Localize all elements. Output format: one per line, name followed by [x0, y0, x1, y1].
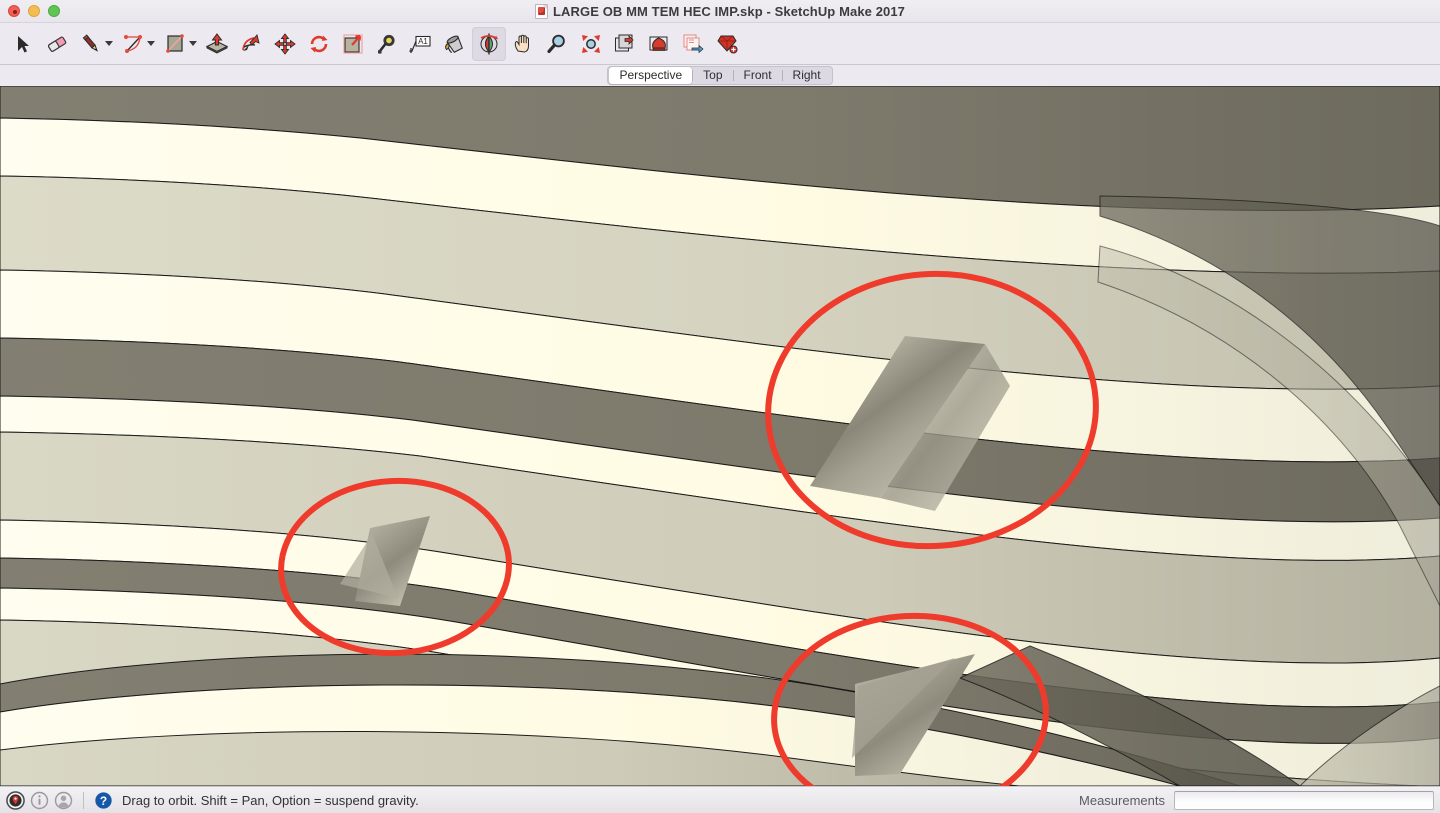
- hand-icon: [514, 34, 529, 53]
- paint-bucket-icon: [445, 35, 463, 53]
- model-viewport[interactable]: [0, 86, 1440, 786]
- rotate-icon: [310, 35, 328, 52]
- credentials-icon[interactable]: [54, 791, 73, 810]
- tape-measure-tool[interactable]: [370, 27, 404, 61]
- model-render: [0, 86, 1440, 786]
- text-tool[interactable]: A1: [404, 27, 438, 61]
- export-tool[interactable]: [676, 27, 710, 61]
- minimize-button[interactable]: [28, 5, 40, 17]
- orbit-tool[interactable]: [472, 26, 506, 61]
- move-tool[interactable]: [268, 27, 302, 61]
- ruby-gem-icon: [717, 35, 738, 54]
- arc-icon: [124, 34, 142, 53]
- title-bar: LARGE OB MM TEM HEC IMP.skp - SketchUp M…: [0, 0, 1440, 23]
- measurements-label: Measurements: [1079, 792, 1165, 808]
- status-bar: ? Drag to orbit. Shift = Pan, Option = s…: [0, 786, 1440, 813]
- close-button[interactable]: [8, 5, 20, 17]
- view-tabs: Perspective Top Front Right: [0, 66, 1440, 86]
- arc-tool[interactable]: [116, 27, 150, 61]
- main-toolbar: A1: [0, 23, 1440, 65]
- zoom-extents-tool[interactable]: [574, 27, 608, 61]
- svg-text:A1: A1: [418, 37, 428, 46]
- pan-tool[interactable]: [506, 27, 540, 61]
- scale-icon: [343, 33, 363, 54]
- window-title: LARGE OB MM TEM HEC IMP.skp - SketchUp M…: [0, 3, 1440, 19]
- orbit-icon: [480, 33, 498, 54]
- help-icon[interactable]: ?: [94, 791, 113, 810]
- eraser-tool[interactable]: [40, 27, 74, 61]
- pencil-icon: [82, 33, 98, 52]
- arrow-cursor-icon: [18, 35, 29, 52]
- select-tool[interactable]: [6, 27, 40, 61]
- window-controls: [8, 5, 60, 17]
- sketchup-window: LARGE OB MM TEM HEC IMP.skp - SketchUp M…: [0, 0, 1440, 813]
- tab-front[interactable]: Front: [734, 67, 782, 84]
- rectangle-icon: [166, 33, 184, 53]
- svg-text:?: ?: [100, 793, 107, 807]
- previous-view-tool[interactable]: [608, 27, 642, 61]
- tab-perspective[interactable]: Perspective: [609, 67, 693, 84]
- tab-right[interactable]: Right: [783, 67, 831, 84]
- tab-top[interactable]: Top: [693, 67, 732, 84]
- extension-warehouse-tool[interactable]: [710, 27, 744, 61]
- zoom-tool[interactable]: [540, 27, 574, 61]
- info-icon[interactable]: [30, 791, 49, 810]
- text-label-icon: A1: [409, 35, 431, 53]
- line-tool[interactable]: [74, 27, 108, 61]
- move-arrows-icon: [274, 32, 296, 55]
- status-divider: [83, 791, 84, 809]
- rectangle-tool[interactable]: [158, 27, 192, 61]
- geo-location-icon[interactable]: [6, 790, 25, 810]
- scale-tool[interactable]: [336, 27, 370, 61]
- follow-me-icon: [242, 33, 260, 51]
- skp-document-icon: [534, 3, 548, 19]
- previous-view-icon: [615, 34, 634, 51]
- section-plane-icon: [649, 36, 668, 51]
- export-image-icon: [683, 34, 704, 53]
- rotate-tool[interactable]: [302, 27, 336, 61]
- window-title-text: LARGE OB MM TEM HEC IMP.skp - SketchUp M…: [552, 3, 906, 19]
- push-pull-icon: [205, 32, 229, 54]
- eraser-icon: [47, 36, 67, 52]
- magnifier-icon: [547, 34, 565, 53]
- paint-bucket-tool[interactable]: [438, 27, 472, 61]
- status-hint: Drag to orbit. Shift = Pan, Option = sus…: [122, 792, 419, 808]
- section-plane-tool[interactable]: [642, 27, 676, 61]
- tape-measure-icon: [378, 34, 395, 54]
- pushpull-tool[interactable]: [200, 27, 234, 61]
- zoom-button[interactable]: [48, 5, 60, 17]
- zoom-extents-icon: [582, 34, 600, 53]
- measurements-input[interactable]: [1174, 790, 1434, 810]
- followme-tool[interactable]: [234, 27, 268, 61]
